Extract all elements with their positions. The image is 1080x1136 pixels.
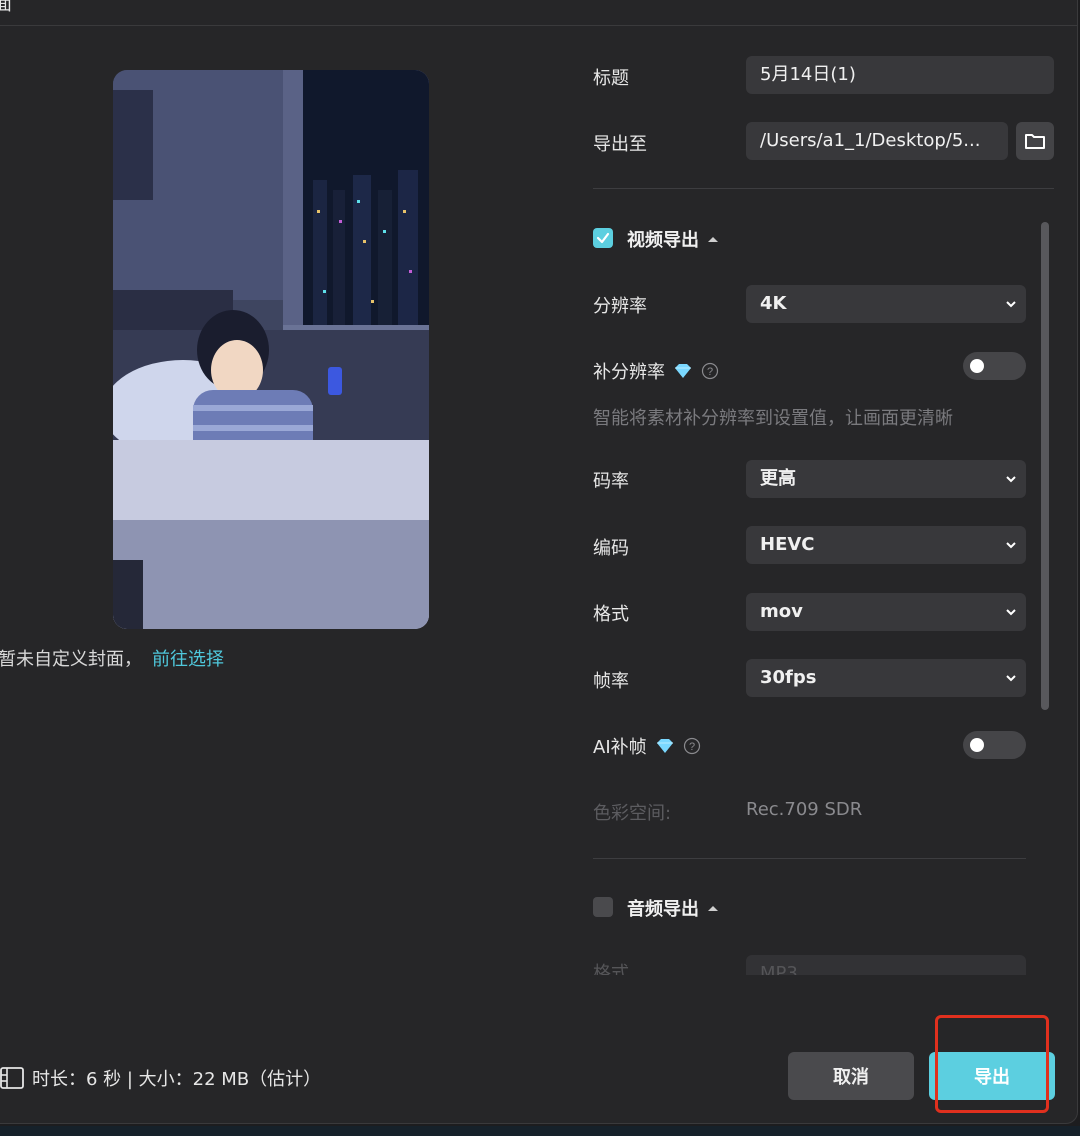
chevron-down-icon bbox=[1006, 476, 1016, 483]
ai-frame-row: AI补帧 ? bbox=[593, 733, 701, 759]
color-space-label: 色彩空间: bbox=[593, 803, 672, 824]
video-export-header[interactable]: 视频导出 bbox=[627, 226, 719, 252]
fps-label: 帧率 bbox=[593, 671, 629, 692]
chevron-down-icon bbox=[1006, 301, 1016, 308]
cover-note: 暂未自定义封面， 前往选择 bbox=[0, 645, 224, 671]
ai-frame-toggle[interactable] bbox=[963, 731, 1026, 759]
export-to-label: 导出至 bbox=[593, 134, 647, 155]
resolution-label: 分辨率 bbox=[593, 296, 647, 317]
audio-format-row: 格式 MP3 bbox=[593, 955, 1033, 975]
cover-preview[interactable] bbox=[113, 70, 429, 629]
film-icon bbox=[0, 1067, 24, 1089]
cover-note-text: 暂未自定义封面， bbox=[0, 649, 142, 670]
fps-select[interactable]: 30fps bbox=[746, 659, 1026, 697]
format-label: 格式 bbox=[593, 604, 629, 625]
cancel-button[interactable]: 取消 bbox=[788, 1052, 914, 1100]
duration-size-text: 时长：6 秒 | 大小：22 MB（估计） bbox=[32, 1069, 322, 1090]
toggle-knob bbox=[970, 359, 984, 373]
resolution-value: 4K bbox=[760, 293, 787, 314]
codec-select[interactable]: HEVC bbox=[746, 526, 1026, 564]
resolution-select[interactable]: 4K bbox=[746, 285, 1026, 323]
cover-illustration bbox=[113, 70, 429, 629]
super-res-toggle[interactable] bbox=[963, 352, 1026, 380]
audio-export-checkbox[interactable] bbox=[593, 897, 613, 917]
divider-top bbox=[593, 188, 1054, 189]
svg-text:?: ? bbox=[707, 366, 713, 378]
bitrate-label: 码率 bbox=[593, 471, 629, 492]
collapse-arrow-icon bbox=[708, 237, 718, 242]
codec-label: 编码 bbox=[593, 538, 629, 559]
export-path-input[interactable]: /Users/a1_1/Desktop/5... bbox=[746, 122, 1008, 160]
collapse-arrow-icon bbox=[708, 906, 718, 911]
toggle-knob bbox=[970, 738, 984, 752]
settings-scrollbar[interactable] bbox=[1041, 222, 1049, 710]
bitrate-value: 更高 bbox=[760, 468, 796, 489]
format-select[interactable]: mov bbox=[746, 593, 1026, 631]
help-icon[interactable]: ? bbox=[701, 362, 719, 380]
ai-frame-label: AI补帧 bbox=[593, 737, 647, 758]
audio-export-title: 音频导出 bbox=[627, 899, 699, 920]
super-res-row: 补分辨率 ? bbox=[593, 358, 719, 384]
audio-format-label: 格式 bbox=[593, 963, 629, 975]
color-space-value: Rec.709 SDR bbox=[746, 799, 863, 820]
divider-audio bbox=[593, 858, 1026, 859]
desktop-strip bbox=[0, 1126, 1080, 1136]
help-icon[interactable]: ? bbox=[683, 737, 701, 755]
format-value: mov bbox=[760, 601, 803, 622]
choose-cover-link[interactable]: 前往选择 bbox=[152, 649, 224, 670]
chevron-down-icon bbox=[1006, 609, 1016, 616]
super-res-label: 补分辨率 bbox=[593, 362, 665, 383]
export-button[interactable]: 导出 bbox=[929, 1052, 1055, 1100]
super-res-hint: 智能将素材补分辨率到设置值，让画面更清晰 bbox=[593, 408, 953, 429]
chevron-down-icon bbox=[1006, 542, 1016, 549]
browse-folder-button[interactable] bbox=[1016, 122, 1054, 160]
codec-value: HEVC bbox=[760, 534, 815, 555]
svg-text:?: ? bbox=[689, 741, 695, 753]
title-input[interactable]: 5月14日(1) bbox=[746, 56, 1054, 94]
audio-export-header[interactable]: 音频导出 bbox=[627, 895, 719, 921]
chevron-down-icon bbox=[1006, 675, 1016, 682]
vip-diamond-icon bbox=[675, 364, 691, 378]
audio-format-select[interactable]: MP3 bbox=[746, 955, 1026, 975]
export-dialog: 面 暂未自定义封面， 前往选择 标题 5月14日(1) 导出至 /Users/a… bbox=[0, 0, 1078, 1124]
header-title-fragment: 面 bbox=[0, 0, 12, 15]
check-icon bbox=[596, 232, 610, 244]
vip-diamond-icon bbox=[656, 739, 673, 753]
title-label: 标题 bbox=[593, 68, 629, 89]
video-export-title: 视频导出 bbox=[627, 230, 699, 251]
dialog-header: 面 bbox=[0, 0, 1078, 26]
export-summary: 时长：6 秒 | 大小：22 MB（估计） bbox=[0, 1065, 321, 1091]
fps-value: 30fps bbox=[760, 667, 817, 688]
bitrate-select[interactable]: 更高 bbox=[746, 460, 1026, 498]
folder-icon bbox=[1025, 134, 1045, 149]
video-export-checkbox[interactable] bbox=[593, 228, 613, 248]
